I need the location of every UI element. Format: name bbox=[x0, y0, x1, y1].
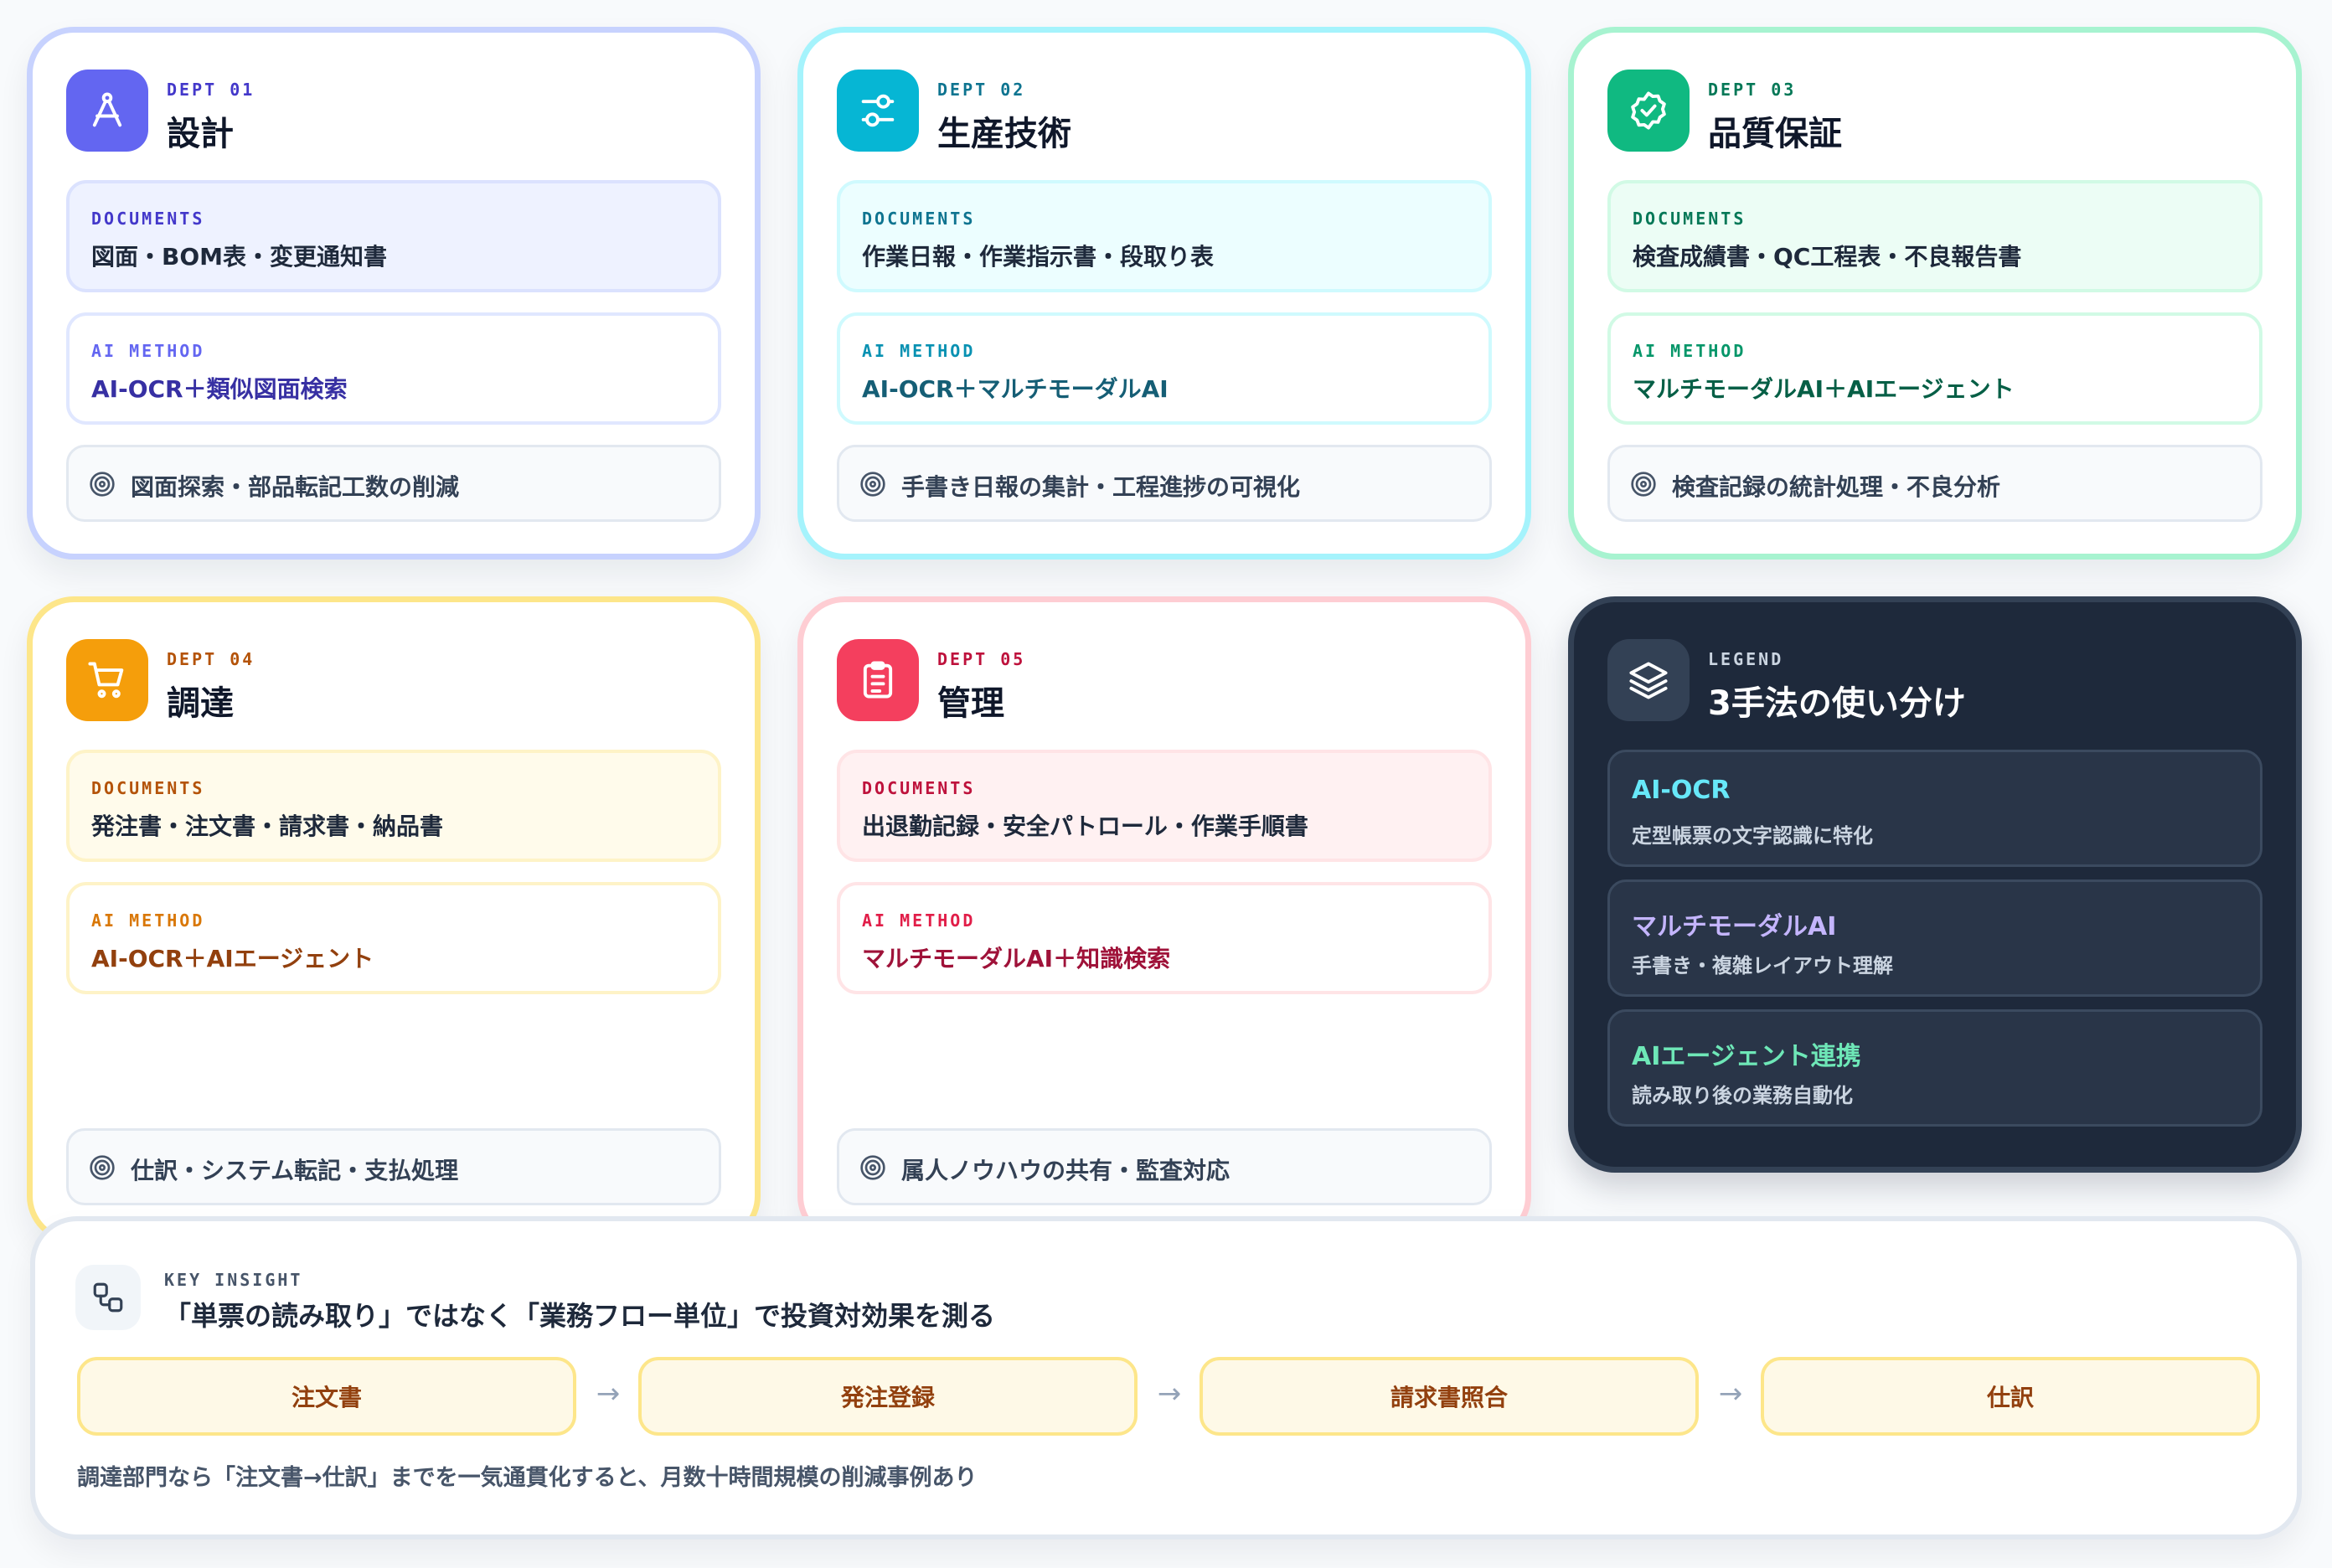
insight-note: 調達部門なら「注文書→仕訳」までを一気通貫化すると、月数十時間規模の削減事例あり bbox=[77, 1465, 978, 1491]
dept-card-design: DEPT 01 設計 DOCUMENTS 図面・BOM表・変更通知書 AI ME… bbox=[27, 27, 761, 560]
dept-label: DEPT 01 bbox=[167, 80, 255, 100]
ai-method-box: AI METHOD マルチモーダルAI＋知識検索 bbox=[837, 882, 1492, 994]
dept-label: DEPT 03 bbox=[1708, 80, 1797, 100]
legend-item-desc: 定型帳票の文字認識に特化 bbox=[1632, 824, 1873, 848]
flow-step-order-form: 注文書 bbox=[77, 1357, 576, 1436]
goal-text: 図面探索・部品転記工数の削減 bbox=[131, 473, 460, 501]
card-header: DEPT 01 設計 bbox=[66, 70, 720, 153]
legend-item-ai-agent: AIエージェント連携 読み取り後の業務自動化 bbox=[1607, 1009, 2262, 1127]
workflow-icon bbox=[75, 1265, 141, 1330]
dept-card-quality-assurance: DEPT 03 品質保証 DOCUMENTS 検査成績書・QC工程表・不良報告書… bbox=[1568, 27, 2302, 560]
goal-text: 検査記録の統計処理・不良分析 bbox=[1672, 473, 2001, 501]
shopping-cart-icon bbox=[66, 639, 148, 721]
documents-text: 検査成績書・QC工程表・不良報告書 bbox=[1633, 243, 2022, 271]
legend-item-desc: 読み取り後の業務自動化 bbox=[1632, 1084, 1853, 1107]
legend-label: LEGEND bbox=[1708, 649, 1784, 669]
documents-text: 作業日報・作業指示書・段取り表 bbox=[862, 243, 1215, 271]
ai-method-label: AI METHOD bbox=[1633, 341, 1746, 361]
goal-box: 図面探索・部品転記工数の削減 bbox=[66, 445, 721, 522]
documents-label: DOCUMENTS bbox=[91, 778, 205, 798]
dept-card-procurement: DEPT 04 調達 DOCUMENTS 発注書・注文書・請求書・納品書 AI … bbox=[27, 596, 761, 1243]
dept-label: DEPT 02 bbox=[937, 80, 1026, 100]
target-icon bbox=[860, 472, 885, 497]
documents-box: DOCUMENTS 検査成績書・QC工程表・不良報告書 bbox=[1607, 180, 2262, 292]
card-header: DEPT 02 生産技術 bbox=[837, 70, 1490, 153]
ai-method-box: AI METHOD AI-OCR＋マルチモーダルAI bbox=[837, 312, 1492, 425]
insight-title: 「単票の読み取り」ではなく「業務フロー単位」で投資対効果を測る bbox=[164, 1300, 996, 1332]
ai-method-box: AI METHOD AI-OCR＋AIエージェント bbox=[66, 882, 721, 994]
ai-method-text: AI-OCR＋マルチモーダルAI bbox=[862, 375, 1169, 403]
legend-item-name: AI-OCR bbox=[1632, 776, 1731, 805]
ai-method-label: AI METHOD bbox=[862, 341, 976, 361]
documents-box: DOCUMENTS 発注書・注文書・請求書・納品書 bbox=[66, 750, 721, 862]
flow-step-order-registration: 発注登録 bbox=[638, 1357, 1138, 1436]
legend-card: LEGEND 3手法の使い分け AI-OCR 定型帳票の文字認識に特化 マルチモ… bbox=[1568, 596, 2302, 1173]
ai-method-text: AI-OCR＋類似図面検索 bbox=[91, 375, 348, 403]
documents-box: DOCUMENTS 出退勤記録・安全パトロール・作業手順書 bbox=[837, 750, 1492, 862]
documents-label: DOCUMENTS bbox=[862, 209, 976, 229]
ai-method-label: AI METHOD bbox=[91, 341, 205, 361]
compass-icon bbox=[66, 70, 148, 152]
legend-header: LEGEND 3手法の使い分け bbox=[1607, 639, 2261, 723]
documents-label: DOCUMENTS bbox=[862, 778, 976, 798]
card-header: DEPT 04 調達 bbox=[66, 639, 720, 723]
layers-icon bbox=[1607, 639, 1690, 721]
arrow-right-icon: → bbox=[1718, 1377, 1743, 1411]
card-header: DEPT 03 品質保証 bbox=[1607, 70, 2261, 153]
legend-item-desc: 手書き・複雑レイアウト理解 bbox=[1632, 954, 1893, 977]
dept-title: 品質保証 bbox=[1708, 115, 1842, 153]
arrow-right-icon: → bbox=[596, 1377, 621, 1411]
flow-step-invoice-matching: 請求書照合 bbox=[1200, 1357, 1699, 1436]
goal-text: 属人ノウハウの共有・監査対応 bbox=[901, 1157, 1230, 1184]
target-icon bbox=[90, 1155, 115, 1180]
documents-box: DOCUMENTS 図面・BOM表・変更通知書 bbox=[66, 180, 721, 292]
goal-box: 属人ノウハウの共有・監査対応 bbox=[837, 1128, 1492, 1205]
goal-box: 仕訳・システム転記・支払処理 bbox=[66, 1128, 721, 1205]
key-insight-panel: KEY INSIGHT 「単票の読み取り」ではなく「業務フロー単位」で投資対効果… bbox=[30, 1216, 2302, 1540]
dept-title: 設計 bbox=[167, 115, 234, 153]
dept-title: 生産技術 bbox=[937, 115, 1071, 153]
ai-method-text: マルチモーダルAI＋知識検索 bbox=[862, 945, 1171, 972]
dept-label: DEPT 04 bbox=[167, 649, 255, 669]
flow-step-journal-entry: 仕訳 bbox=[1761, 1357, 2260, 1436]
documents-box: DOCUMENTS 作業日報・作業指示書・段取り表 bbox=[837, 180, 1492, 292]
ai-method-label: AI METHOD bbox=[91, 910, 205, 931]
documents-text: 出退勤記録・安全パトロール・作業手順書 bbox=[862, 812, 1308, 840]
dept-title: 調達 bbox=[167, 684, 234, 723]
goal-text: 手書き日報の集計・工程進捗の可視化 bbox=[901, 473, 1301, 501]
goal-box: 検査記録の統計処理・不良分析 bbox=[1607, 445, 2262, 522]
badge-check-icon bbox=[1607, 70, 1690, 152]
legend-title: 3手法の使い分け bbox=[1708, 684, 1966, 723]
documents-text: 発注書・注文書・請求書・納品書 bbox=[91, 812, 444, 840]
card-header: DEPT 05 管理 bbox=[837, 639, 1490, 723]
arrow-right-icon: → bbox=[1157, 1377, 1182, 1411]
dept-card-management: DEPT 05 管理 DOCUMENTS 出退勤記録・安全パトロール・作業手順書… bbox=[797, 596, 1531, 1243]
legend-item-name: AIエージェント連携 bbox=[1632, 1042, 1861, 1071]
ai-method-box: AI METHOD マルチモーダルAI＋AIエージェント bbox=[1607, 312, 2262, 425]
documents-text: 図面・BOM表・変更通知書 bbox=[91, 243, 388, 271]
documents-label: DOCUMENTS bbox=[1633, 209, 1746, 229]
insight-label: KEY INSIGHT bbox=[164, 1270, 303, 1290]
legend-item-name: マルチモーダルAI bbox=[1632, 912, 1837, 941]
goal-text: 仕訳・システム転記・支払処理 bbox=[131, 1157, 459, 1184]
documents-label: DOCUMENTS bbox=[91, 209, 205, 229]
goal-box: 手書き日報の集計・工程進捗の可視化 bbox=[837, 445, 1492, 522]
ai-method-text: AI-OCR＋AIエージェント bbox=[91, 945, 374, 972]
ai-method-text: マルチモーダルAI＋AIエージェント bbox=[1633, 375, 2015, 403]
dept-title: 管理 bbox=[937, 684, 1004, 723]
ai-method-label: AI METHOD bbox=[862, 910, 976, 931]
legend-item-ai-ocr: AI-OCR 定型帳票の文字認識に特化 bbox=[1607, 750, 2262, 867]
target-icon bbox=[860, 1155, 885, 1180]
clipboard-list-icon bbox=[837, 639, 919, 721]
target-icon bbox=[90, 472, 115, 497]
ai-method-box: AI METHOD AI-OCR＋類似図面検索 bbox=[66, 312, 721, 425]
dept-card-production-engineering: DEPT 02 生産技術 DOCUMENTS 作業日報・作業指示書・段取り表 A… bbox=[797, 27, 1531, 560]
target-icon bbox=[1631, 472, 1656, 497]
legend-item-multimodal-ai: マルチモーダルAI 手書き・複雑レイアウト理解 bbox=[1607, 879, 2262, 997]
sliders-icon bbox=[837, 70, 919, 152]
dept-label: DEPT 05 bbox=[937, 649, 1026, 669]
